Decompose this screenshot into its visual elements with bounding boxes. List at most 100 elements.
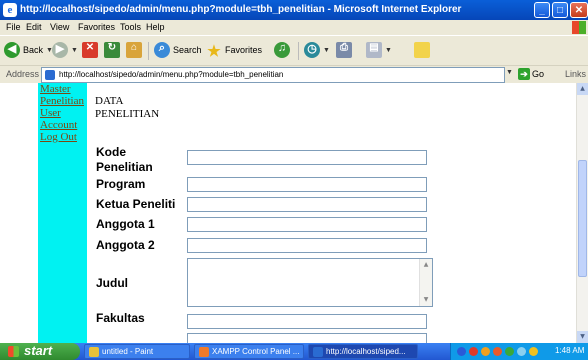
sidebar-link-penelitian[interactable]: Penelitian xyxy=(38,95,87,107)
ie-icon: e xyxy=(3,3,17,17)
history-button[interactable]: ◷ ▼ xyxy=(304,42,330,58)
clock: 1:48 AM xyxy=(555,346,585,355)
minimize-button[interactable]: _ xyxy=(534,2,550,18)
media-button[interactable]: ♫ xyxy=(274,42,290,58)
task-label: untitled - Paint xyxy=(102,347,154,356)
edit-button[interactable]: ▤ ▼ xyxy=(366,42,392,58)
windows-flag-icon xyxy=(8,346,19,357)
window-title: http://localhost/sipedo/admin/menu.php?m… xyxy=(20,4,462,15)
forward-button[interactable]: ▶ ▼ xyxy=(52,42,78,58)
tray-app-icon[interactable] xyxy=(517,347,526,356)
menu-tools[interactable]: Tools xyxy=(120,22,141,32)
windows-logo-icon xyxy=(572,21,586,34)
task-label: XAMPP Control Panel ... xyxy=(212,347,300,356)
go-label: Go xyxy=(532,69,545,79)
textarea-scrollbar[interactable]: ▲ ▼ xyxy=(419,259,432,306)
back-label: Back xyxy=(23,45,44,55)
start-label: start xyxy=(24,343,53,358)
tray-app-icon[interactable] xyxy=(493,347,502,356)
refresh-button[interactable]: ↻ xyxy=(104,42,120,58)
label-program: Program xyxy=(96,177,146,191)
xampp-icon xyxy=(199,346,209,357)
label-ketua-peneliti: Ketua Peneliti xyxy=(96,197,176,211)
taskbar-item-xampp[interactable]: XAMPP Control Panel ... xyxy=(194,344,304,359)
tray-app-icon[interactable] xyxy=(469,347,478,356)
start-button[interactable]: start xyxy=(0,343,80,360)
scroll-down-icon[interactable]: ▼ xyxy=(421,295,431,305)
taskbar: start untitled - Paint XAMPP Control Pan… xyxy=(0,343,588,360)
go-button[interactable]: ➔ Go xyxy=(518,68,544,80)
scrollbar-thumb[interactable] xyxy=(578,160,587,277)
toolbar: ◀ Back ▼ ▶ ▼ ✕ ↻ ⌂ ⌕ Search ★ Favorites … xyxy=(0,35,588,66)
home-button[interactable]: ⌂ xyxy=(126,42,142,58)
printer-icon: ⎙ xyxy=(336,42,352,58)
title-bar: e http://localhost/sipedo/admin/menu.php… xyxy=(0,0,588,20)
label-judul: Judul xyxy=(96,276,128,290)
taskbar-item-ie[interactable]: http://localhost/siped... xyxy=(308,344,418,359)
paint-icon xyxy=(89,346,99,357)
page-title: DATA PENELITIAN xyxy=(95,95,160,120)
sidebar-link-user[interactable]: User xyxy=(38,107,87,119)
chevron-down-icon: ▼ xyxy=(385,46,392,54)
kode-penelitian-input[interactable] xyxy=(187,150,427,165)
menu-bar: File Edit View Favorites Tools Help xyxy=(0,20,588,35)
menu-view[interactable]: View xyxy=(50,22,69,32)
fakultas-input[interactable] xyxy=(187,314,427,329)
ie-icon xyxy=(313,346,323,357)
network-icon[interactable] xyxy=(457,347,466,356)
menu-edit[interactable]: Edit xyxy=(26,22,42,32)
sidebar-link-master[interactable]: Master xyxy=(38,83,87,95)
tray-app-icon[interactable] xyxy=(481,347,490,356)
address-input[interactable]: http://localhost/sipedo/admin/menu.php?m… xyxy=(41,67,505,83)
stop-icon: ✕ xyxy=(82,42,98,58)
history-icon: ◷ xyxy=(304,42,320,58)
anggota-1-input[interactable] xyxy=(187,217,427,232)
menu-file[interactable]: File xyxy=(6,22,21,32)
task-label: http://localhost/siped... xyxy=(326,347,406,356)
menu-favorites[interactable]: Favorites xyxy=(78,22,115,32)
address-dropdown-icon[interactable]: ▼ xyxy=(505,69,514,80)
edit-page-icon: ▤ xyxy=(366,42,382,58)
back-button[interactable]: ◀ Back ▼ xyxy=(4,42,53,58)
print-button[interactable]: ⎙ xyxy=(336,42,352,58)
search-label: Search xyxy=(173,45,202,55)
folder-button[interactable] xyxy=(414,42,430,58)
toolbar-divider xyxy=(148,42,149,60)
scroll-down-icon[interactable]: ▼ xyxy=(577,331,588,343)
tray-app-icon[interactable] xyxy=(505,347,514,356)
folder-icon xyxy=(414,42,430,58)
home-icon: ⌂ xyxy=(126,42,142,58)
chevron-down-icon: ▼ xyxy=(71,46,78,54)
system-tray: 1:48 AM xyxy=(450,343,588,360)
toolbar-divider xyxy=(298,42,299,60)
label-fakultas: Fakultas xyxy=(96,311,145,325)
anggota-2-input[interactable] xyxy=(187,238,427,253)
star-icon: ★ xyxy=(207,43,221,60)
maximize-button[interactable]: □ xyxy=(552,2,568,18)
tray-app-icon[interactable] xyxy=(529,347,538,356)
sidebar-link-account[interactable]: Account xyxy=(38,119,87,131)
next-input[interactable] xyxy=(187,333,427,343)
scroll-up-icon[interactable]: ▲ xyxy=(577,83,588,95)
links-button[interactable]: Links xyxy=(565,69,586,79)
stop-button[interactable]: ✕ xyxy=(82,42,98,58)
search-button[interactable]: ⌕ Search xyxy=(154,42,202,58)
favorites-label: Favorites xyxy=(225,45,263,55)
judul-textarea[interactable]: ▲ ▼ xyxy=(187,258,433,307)
address-bar: Address http://localhost/sipedo/admin/me… xyxy=(0,65,588,84)
refresh-icon: ↻ xyxy=(104,42,120,58)
menu-help[interactable]: Help xyxy=(146,22,165,32)
scroll-up-icon[interactable]: ▲ xyxy=(421,260,431,270)
ketua-peneliti-input[interactable] xyxy=(187,197,427,212)
page-icon xyxy=(45,70,55,80)
page-scrollbar[interactable]: ▲ ▼ xyxy=(576,83,588,343)
favorites-button[interactable]: ★ Favorites xyxy=(206,42,263,60)
program-input[interactable] xyxy=(187,177,427,192)
address-label: Address xyxy=(6,69,40,79)
chevron-down-icon: ▼ xyxy=(323,46,330,54)
media-icon: ♫ xyxy=(274,42,290,58)
sidebar-link-logout[interactable]: Log Out xyxy=(38,131,87,143)
search-icon: ⌕ xyxy=(154,42,170,58)
close-button[interactable]: ✕ xyxy=(570,2,588,18)
taskbar-item-paint[interactable]: untitled - Paint xyxy=(84,344,190,359)
